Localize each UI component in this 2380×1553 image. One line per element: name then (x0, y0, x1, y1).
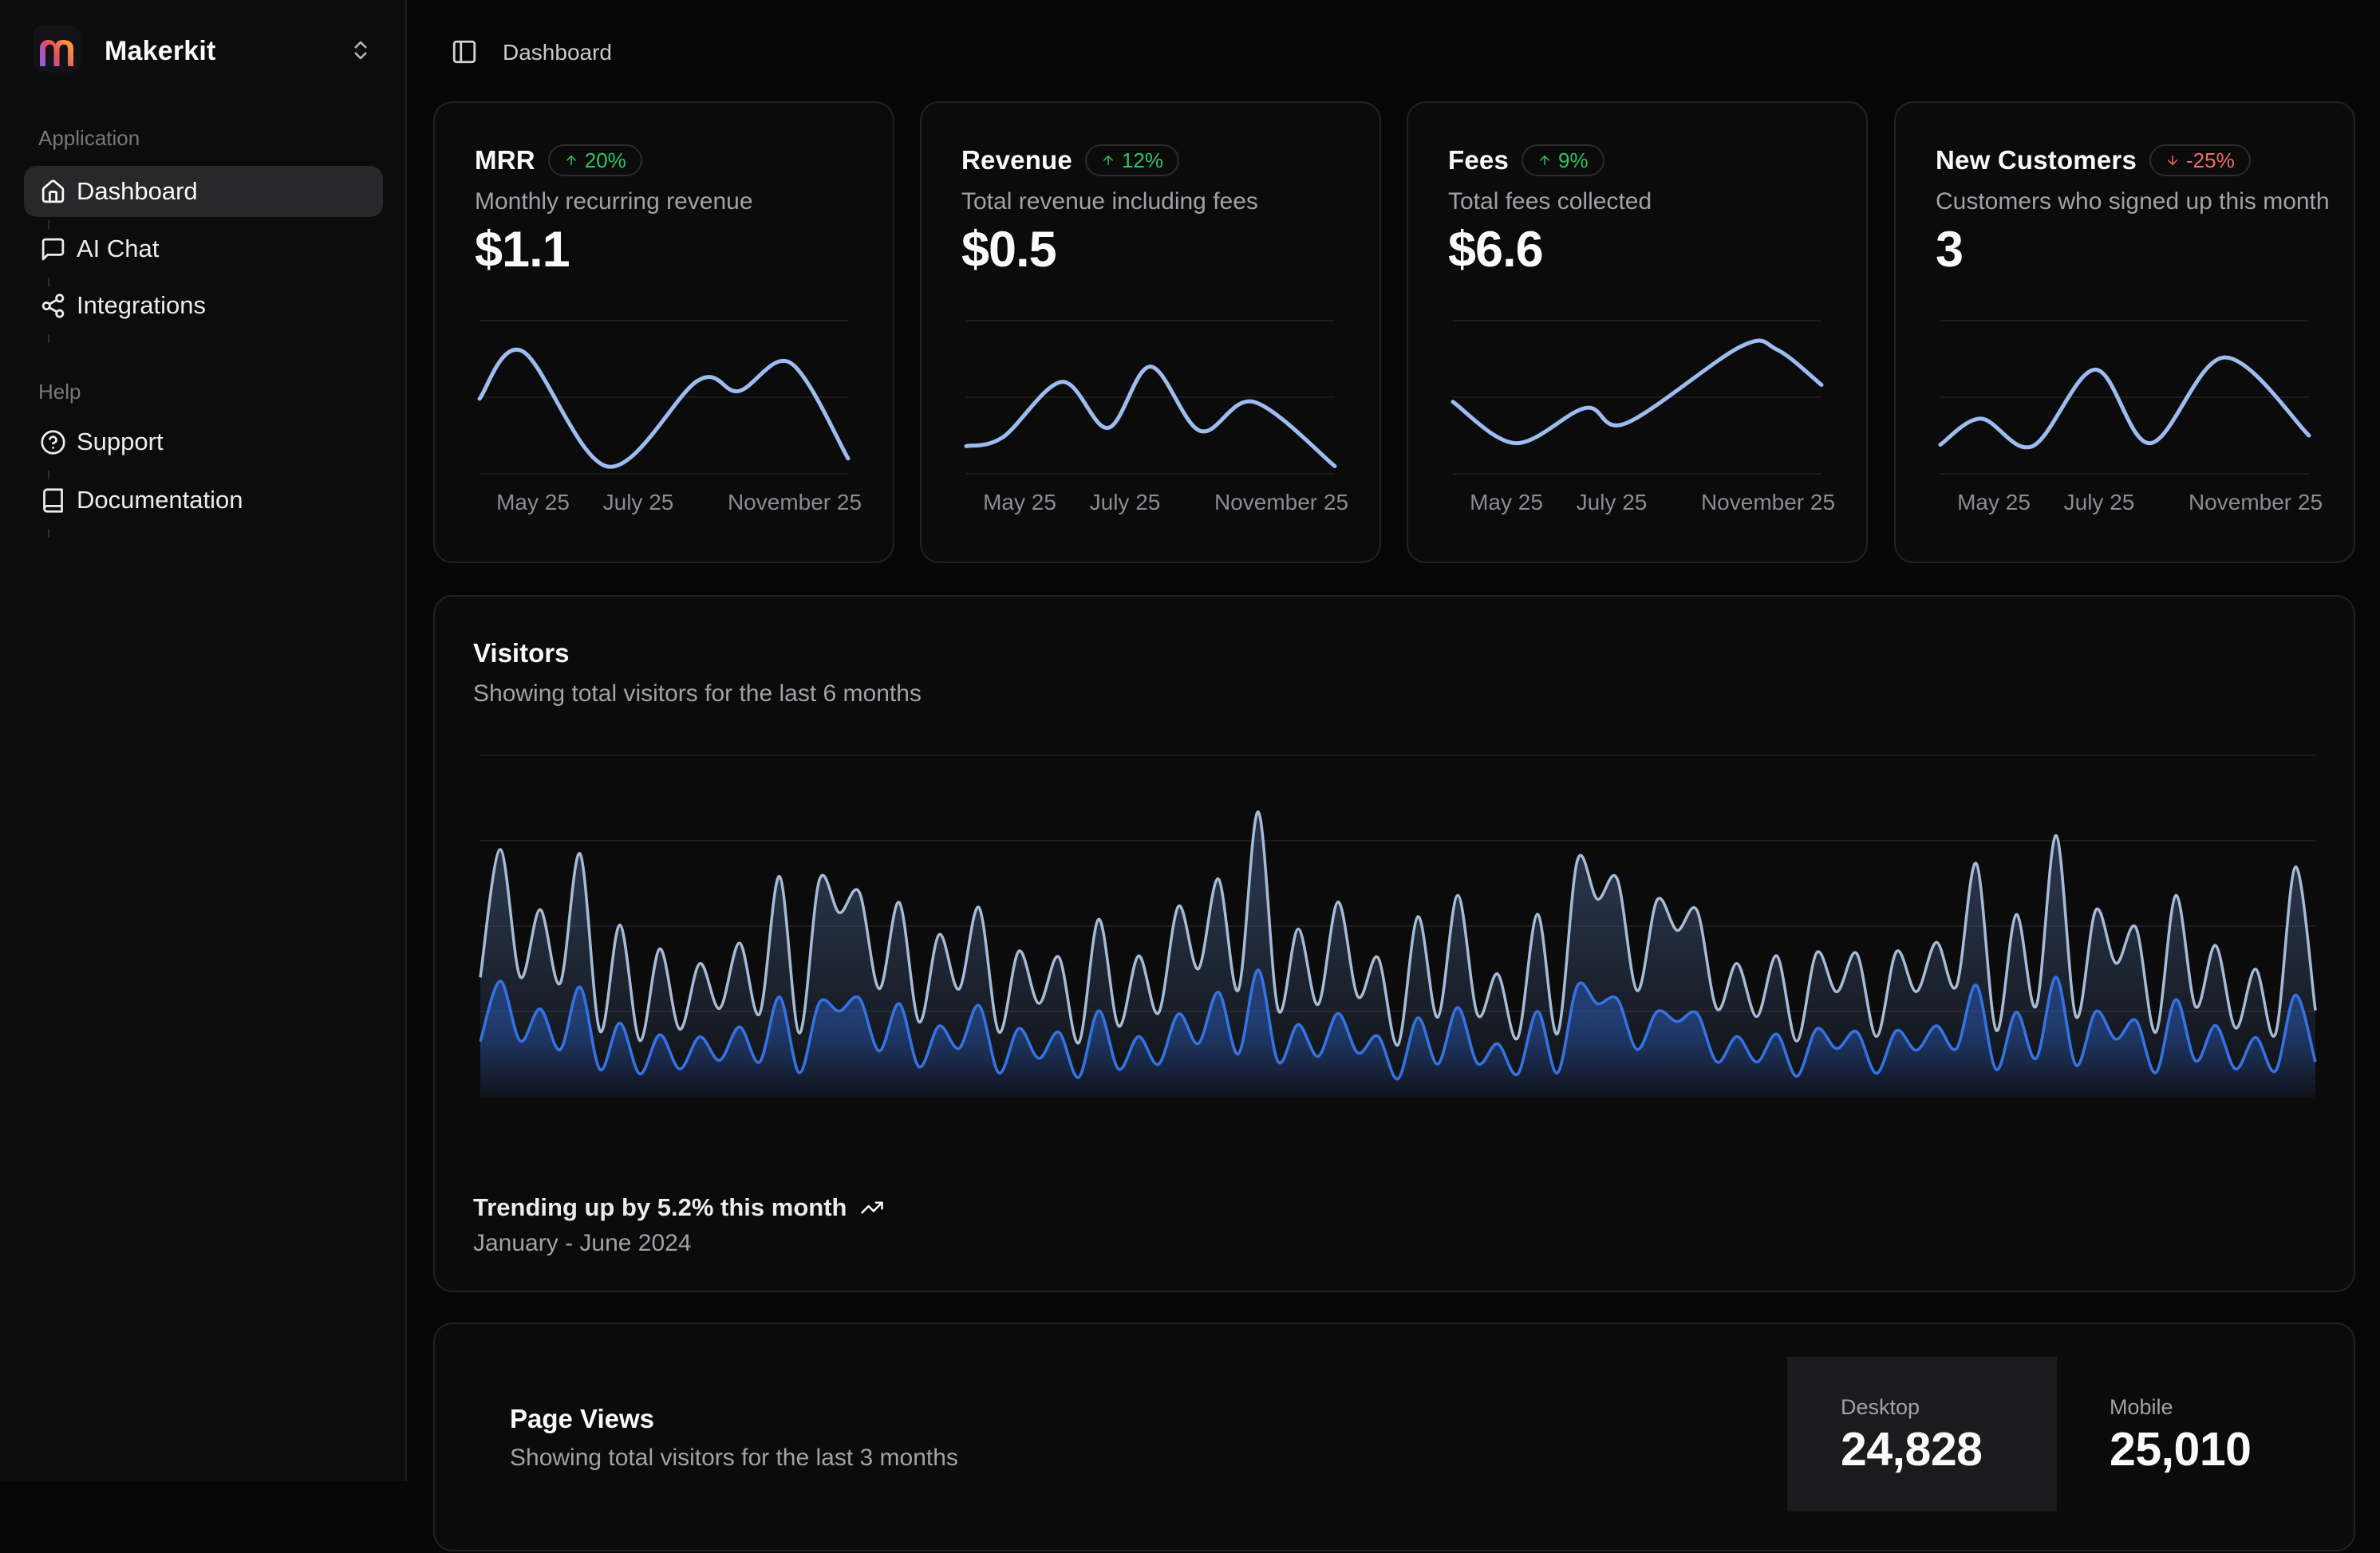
svg-text:May 25: May 25 (496, 490, 570, 514)
svg-text:July 25: July 25 (1090, 490, 1161, 514)
svg-text:July 25: July 25 (2064, 490, 2135, 514)
svg-text:July 25: July 25 (603, 490, 674, 514)
svg-text:May 25: May 25 (1470, 490, 1543, 514)
svg-text:May 25: May 25 (983, 490, 1056, 514)
svg-text:November 25: November 25 (1701, 490, 1835, 514)
svg-text:July 25: July 25 (1577, 490, 1648, 514)
svg-text:November 25: November 25 (728, 490, 862, 514)
svg-text:November 25: November 25 (2189, 490, 2323, 514)
svg-text:May 25: May 25 (1957, 490, 2031, 514)
svg-text:November 25: November 25 (1214, 490, 1348, 514)
